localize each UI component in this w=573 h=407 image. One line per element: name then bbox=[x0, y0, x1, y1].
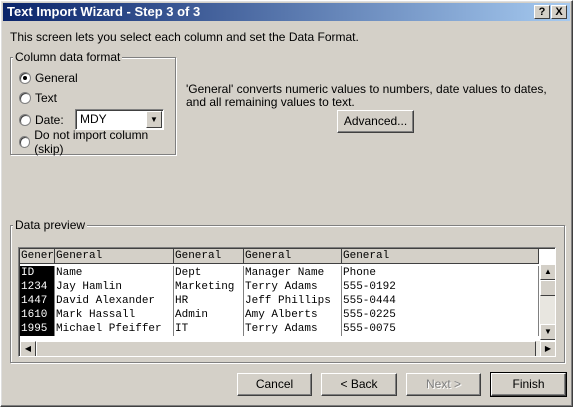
radio-text[interactable]: Text bbox=[19, 90, 57, 106]
radio-general-label: General bbox=[35, 71, 78, 85]
column-header-5[interactable]: General bbox=[342, 249, 539, 264]
table-row: ID Name Dept Manager Name Phone bbox=[20, 266, 539, 280]
table-row: 1447 David Alexander HR Jeff Phillips 55… bbox=[20, 294, 539, 308]
table-cell[interactable]: 1995 bbox=[20, 322, 55, 336]
table-cell[interactable]: 555-0192 bbox=[342, 280, 539, 294]
table-cell[interactable]: 555-0225 bbox=[342, 308, 539, 322]
cancel-button[interactable]: Cancel bbox=[237, 373, 312, 396]
radio-button-skip[interactable] bbox=[19, 136, 31, 148]
table-cell[interactable]: 1610 bbox=[20, 308, 55, 322]
scroll-up-icon[interactable]: ▲ bbox=[540, 264, 555, 280]
table-cell[interactable]: Terry Adams bbox=[244, 322, 342, 336]
table-cell[interactable]: Terry Adams bbox=[244, 280, 342, 294]
table-cell[interactable]: HR bbox=[174, 294, 244, 308]
column-header-4[interactable]: General bbox=[244, 249, 342, 264]
table-cell[interactable]: Dept bbox=[174, 266, 244, 280]
title-bar: Text Import Wizard - Step 3 of 3 ? X bbox=[3, 3, 570, 21]
next-button[interactable]: Next > bbox=[406, 373, 481, 396]
table-cell[interactable]: 1447 bbox=[20, 294, 55, 308]
back-button[interactable]: < Back bbox=[321, 373, 397, 396]
table-cell[interactable]: Marketing bbox=[174, 280, 244, 294]
vertical-scrollbar[interactable]: ▲ ▼ bbox=[540, 264, 555, 340]
radio-general[interactable]: General bbox=[19, 70, 78, 86]
radio-skip-label: Do not import column (skip) bbox=[34, 128, 149, 156]
column-header-2[interactable]: General bbox=[55, 249, 174, 264]
radio-button-general[interactable] bbox=[19, 72, 31, 84]
vertical-scroll-thumb[interactable] bbox=[540, 280, 555, 296]
table-cell[interactable]: 555-0444 bbox=[342, 294, 539, 308]
table-cell[interactable]: Admin bbox=[174, 308, 244, 322]
table-cell[interactable]: Amy Alberts bbox=[244, 308, 342, 322]
preview-grid: Gener General General General General ID… bbox=[20, 249, 539, 340]
table-cell[interactable]: ID bbox=[20, 266, 55, 280]
table-cell[interactable]: Michael Pfeiffer bbox=[55, 322, 174, 336]
chevron-down-icon[interactable]: ▼ bbox=[146, 111, 162, 128]
table-cell[interactable]: 1234 bbox=[20, 280, 55, 294]
column-format-legend: Column data format bbox=[13, 50, 123, 64]
date-format-select[interactable]: MDY ▼ bbox=[75, 109, 164, 130]
radio-date-label: Date: bbox=[35, 113, 64, 127]
text-import-wizard-window: Text Import Wizard - Step 3 of 3 ? X Thi… bbox=[0, 0, 573, 407]
radio-text-label: Text bbox=[35, 91, 58, 105]
horizontal-scrollbar[interactable]: ◀ ▶ bbox=[20, 341, 555, 356]
table-row: 1234 Jay Hamlin Marketing Terry Adams 55… bbox=[20, 280, 539, 294]
data-preview-legend: Data preview bbox=[13, 218, 88, 232]
instructions-text: This screen lets you select each column … bbox=[10, 30, 359, 44]
radio-button-date[interactable] bbox=[19, 114, 31, 126]
column-header-1[interactable]: Gener bbox=[20, 249, 55, 264]
horizontal-scroll-thumb[interactable] bbox=[36, 341, 536, 356]
advanced-button[interactable]: Advanced... bbox=[337, 110, 414, 133]
table-row: 1610 Mark Hassall Admin Amy Alberts 555-… bbox=[20, 308, 539, 322]
table-cell[interactable]: Name bbox=[55, 266, 174, 280]
radio-selected-dot bbox=[23, 76, 27, 80]
table-cell[interactable]: Mark Hassall bbox=[55, 308, 174, 322]
table-cell[interactable]: Jay Hamlin bbox=[55, 280, 174, 294]
table-cell[interactable]: IT bbox=[174, 322, 244, 336]
table-cell[interactable]: David Alexander bbox=[55, 294, 174, 308]
scroll-right-icon[interactable]: ▶ bbox=[540, 341, 555, 356]
format-description: 'General' converts numeric values to num… bbox=[186, 82, 547, 109]
radio-button-text[interactable] bbox=[19, 92, 31, 104]
preview-header-row: Gener General General General General bbox=[20, 249, 539, 264]
finish-button[interactable]: Finish bbox=[490, 372, 567, 397]
data-preview-pane[interactable]: Gener General General General General ID… bbox=[18, 247, 556, 357]
table-cell[interactable]: 555-0075 bbox=[342, 322, 539, 336]
table-cell[interactable]: Phone bbox=[342, 266, 539, 280]
close-icon[interactable]: X bbox=[551, 5, 567, 19]
table-cell[interactable]: Jeff Phillips bbox=[244, 294, 342, 308]
table-cell[interactable]: Manager Name bbox=[244, 266, 342, 280]
scroll-down-icon[interactable]: ▼ bbox=[540, 324, 555, 340]
help-icon[interactable]: ? bbox=[534, 5, 550, 19]
table-row: 1995 Michael Pfeiffer IT Terry Adams 555… bbox=[20, 322, 539, 336]
date-format-value: MDY bbox=[80, 112, 107, 126]
radio-skip[interactable]: Do not import column (skip) bbox=[19, 128, 169, 156]
radio-date[interactable]: Date: bbox=[19, 112, 64, 128]
scroll-left-icon[interactable]: ◀ bbox=[20, 341, 36, 356]
window-title: Text Import Wizard - Step 3 of 3 bbox=[7, 4, 201, 19]
column-header-3[interactable]: General bbox=[174, 249, 244, 264]
